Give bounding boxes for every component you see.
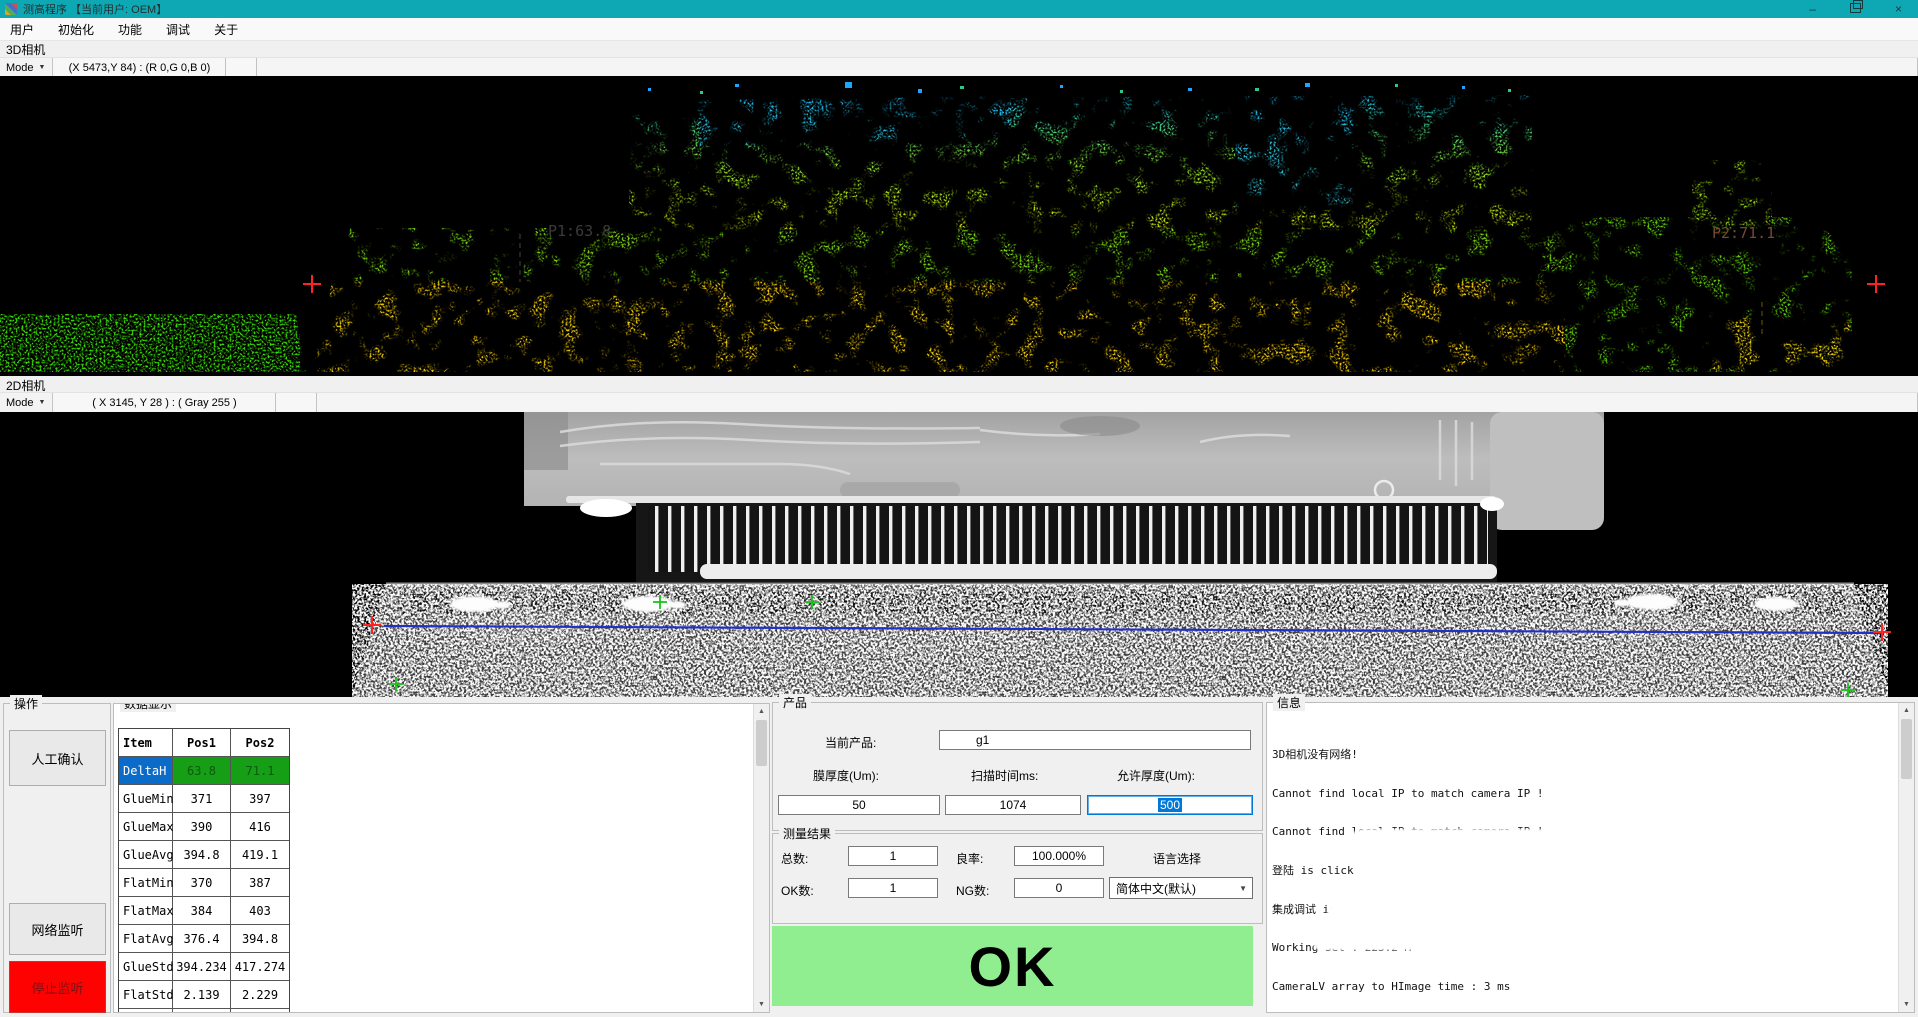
menu-user[interactable]: 用户 [8, 19, 46, 40]
film-thickness-label: 膜厚度(Um): [813, 767, 879, 784]
scroll-down-icon[interactable]: ▼ [754, 997, 769, 1012]
bright-strip [700, 564, 1497, 579]
table-row[interactable]: GlueMin 371 397 [119, 785, 289, 813]
yield-label: 良率: [956, 850, 983, 867]
ng-count-label: NG数: [956, 882, 989, 899]
data-table-scrollbar[interactable]: ▲ ▼ [753, 704, 769, 1012]
window-title: 测高程序 【当前用户: OEM】 [23, 1, 167, 17]
operation-group-label: 操作 [10, 695, 42, 712]
network-listen-button[interactable]: 网络监听 [9, 903, 106, 955]
menu-bar: 用户 初始化 功能 调试 关于 [0, 18, 1918, 41]
ok-count-field[interactable]: 1 [848, 878, 938, 898]
allowed-thickness-field[interactable]: 500 [1087, 795, 1253, 815]
chevron-down-icon: ▼ [1239, 884, 1252, 893]
restore-button[interactable] [1850, 3, 1861, 15]
yield-field[interactable]: 100.000% [1014, 846, 1104, 866]
col-header-pos2: Pos2 [231, 729, 289, 757]
menu-init[interactable]: 初始化 [46, 19, 106, 40]
p2-annotation: P2:71.1 [1712, 224, 1775, 242]
data-table: Item Pos1 Pos2 DeltaH 63.8 71.1 GlueMin … [118, 728, 290, 1013]
language-select-value: 简体中文(默认) [1116, 880, 1196, 897]
scroll-down-icon[interactable]: ▼ [1899, 997, 1914, 1012]
table-row-deltah[interactable]: DeltaH 63.8 71.1 [119, 757, 289, 785]
camera-3d-image[interactable]: P1:63.8 P2:71.1 [0, 76, 1918, 376]
table-row[interactable]: X 2583.5 7966.7 [119, 1009, 289, 1013]
total-field[interactable]: 1 [848, 846, 938, 866]
ok-count-label: OK数: [781, 882, 814, 899]
table-row[interactable]: FlatMin 370 387 [119, 869, 289, 897]
chevron-down-icon: ▼ [39, 399, 46, 406]
menu-function[interactable]: 功能 [106, 19, 154, 40]
redaction-smudge [1327, 899, 1617, 933]
status-cell-rest [317, 393, 1918, 412]
title-bar: 测高程序 【当前用户: OEM】 – × [0, 0, 1918, 18]
camera-2d-toolbar: Mode ▼ ( X 3145, Y 28 ) : ( Gray 255 ) [0, 392, 1918, 413]
info-group-label: 信息 [1273, 694, 1305, 711]
current-product-field[interactable]: g1 [939, 730, 1251, 750]
status-cell-rest [257, 58, 1918, 77]
table-row[interactable]: GlueStd 394.234 417.274 [119, 953, 289, 981]
table-row[interactable]: FlatStd 2.139 2.229 [119, 981, 289, 1009]
info-log[interactable]: 3D相机没有网络! Cannot find local IP to match … [1272, 723, 1896, 1008]
pixel-readout-2d: ( X 3145, Y 28 ) : ( Gray 255 ) [53, 393, 276, 412]
col-header-pos1: Pos1 [173, 729, 231, 757]
scroll-up-icon[interactable]: ▲ [1899, 703, 1914, 718]
mode-3d-dropdown[interactable]: Mode ▼ [0, 58, 53, 77]
status-cell-empty [226, 58, 257, 77]
camera-2d-image[interactable] [0, 412, 1918, 697]
scrollbar-thumb[interactable] [1901, 719, 1912, 779]
scan-time-label: 扫描时间ms: [971, 767, 1038, 784]
mode-2d-label: Mode [6, 397, 34, 409]
table-row[interactable]: GlueAvg 394.8 419.1 [119, 841, 289, 869]
language-label: 语言选择 [1153, 850, 1201, 867]
chevron-down-icon: ▼ [39, 64, 46, 71]
scan-time-field[interactable]: 1074 [945, 795, 1081, 815]
operation-group: 操作 人工确认 网络监听 停止监听 [3, 703, 111, 1013]
manual-confirm-button[interactable]: 人工确认 [9, 730, 106, 786]
pixel-readout-3d: (X 5473,Y 84) : (R 0,G 0,B 0) [53, 58, 226, 77]
restore-icon [1850, 3, 1861, 13]
info-group: 信息 3D相机没有网络! Cannot find local IP to mat… [1266, 702, 1915, 1013]
status-cell-empty [276, 393, 317, 412]
camera-3d-toolbar: Mode ▼ (X 5473,Y 84) : (R 0,G 0,B 0) [0, 57, 1918, 78]
close-button[interactable]: × [1895, 3, 1902, 15]
bottom-panel: 操作 人工确认 网络监听 停止监听 数据显示 Item Pos1 Pos2 De… [0, 697, 1918, 1017]
menu-debug[interactable]: 调试 [154, 19, 202, 40]
selected-text: 500 [1158, 798, 1182, 812]
table-row[interactable]: FlatMax 384 403 [119, 897, 289, 925]
p1-annotation: P1:63.8 [548, 222, 611, 240]
current-product-label: 当前产品: [825, 734, 876, 751]
info-log-scrollbar[interactable]: ▲ ▼ [1898, 703, 1914, 1012]
result-status-box: OK [772, 926, 1253, 1006]
camera-3d-label: 3D相机 [6, 41, 45, 58]
ng-count-field[interactable]: 0 [1014, 878, 1104, 898]
total-label: 总数: [781, 850, 808, 867]
data-display-group: 数据显示 Item Pos1 Pos2 DeltaH 63.8 71.1 Glu… [113, 703, 770, 1013]
product-group-label: 产品 [779, 694, 811, 711]
table-row[interactable]: FlatAvg 376.4 394.8 [119, 925, 289, 953]
table-row[interactable]: GlueMax 390 416 [119, 813, 289, 841]
current-product-value: g1 [940, 733, 989, 747]
data-display-label: 数据显示 [120, 703, 176, 712]
mode-3d-label: Mode [6, 62, 34, 74]
app-icon [5, 3, 17, 15]
redaction-smudge [1313, 935, 1423, 950]
minimize-button[interactable]: – [1809, 3, 1816, 15]
mode-2d-dropdown[interactable]: Mode ▼ [0, 393, 53, 412]
allowed-thickness-label: 允许厚度(Um): [1117, 767, 1195, 784]
results-group: 测量结果 总数: 1 良率: 100.000% 语言选择 OK数: 1 NG数:… [772, 833, 1263, 924]
table-header-row: Item Pos1 Pos2 [119, 729, 289, 757]
result-status-text: OK [969, 934, 1057, 999]
film-thickness-field[interactable]: 50 [778, 795, 940, 815]
menu-about[interactable]: 关于 [202, 19, 250, 40]
scrollbar-thumb[interactable] [756, 720, 767, 766]
language-select[interactable]: 简体中文(默认) ▼ [1109, 877, 1253, 899]
app-window: 测高程序 【当前用户: OEM】 – × 用户 初始化 功能 调试 关于 3D相… [0, 0, 1918, 1017]
redaction-smudge [1346, 829, 1556, 865]
stop-listen-button[interactable]: 停止监听 [9, 961, 106, 1013]
product-group: 产品 当前产品: g1 膜厚度(Um): 扫描时间ms: 允许厚度(Um): 5… [772, 702, 1263, 831]
results-group-label: 测量结果 [779, 825, 835, 842]
scroll-up-icon[interactable]: ▲ [754, 704, 769, 719]
col-header-item: Item [119, 729, 173, 757]
